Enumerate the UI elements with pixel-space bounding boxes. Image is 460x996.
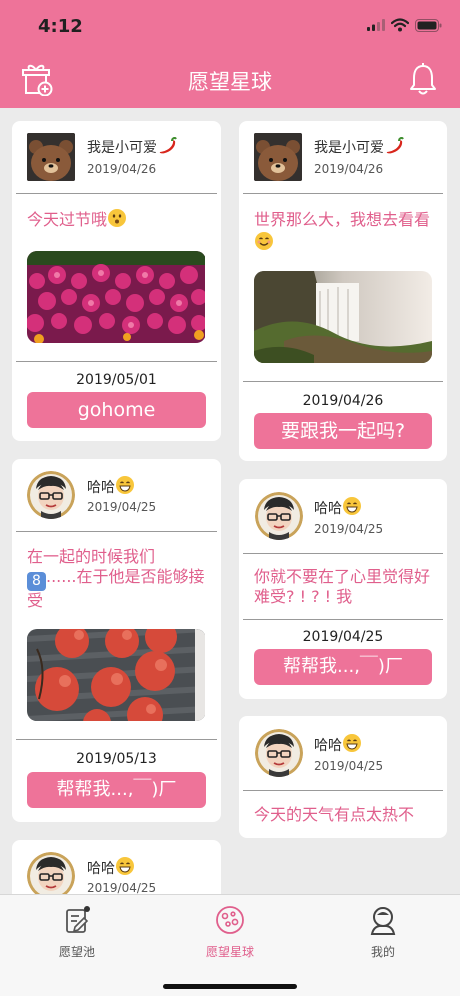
wish-card[interactable]: 哈哈 2019/04/25	[12, 840, 221, 894]
wish-message: 你就不要在了心里觉得好难受? ! ? ! 我	[254, 567, 431, 606]
wish-card[interactable]: 哈哈 2019/04/25 在一起的时候我们 8......在于他是否能够接受	[12, 459, 221, 822]
top-bar: 4:12 愿望星球	[0, 0, 460, 108]
wifi-icon	[391, 18, 409, 32]
tab-label: 我的	[370, 945, 395, 959]
post-date: 2019/04/26	[87, 162, 157, 176]
wish-feed[interactable]: 我是小可爱 2019/04/26 今天过节哦 2019/05/01 gohome…	[0, 108, 460, 894]
chili-pepper-icon	[159, 137, 177, 154]
lychee-photo	[27, 629, 206, 721]
smiling-face-icon	[255, 232, 273, 250]
profile-icon	[370, 907, 396, 935]
wish-button[interactable]: 帮帮我...,￣)厂	[27, 772, 206, 808]
bear-avatar	[254, 133, 302, 181]
username: 我是小可爱	[87, 137, 177, 157]
username: 哈哈	[314, 733, 362, 755]
grinning-face-icon	[116, 857, 134, 875]
user-avatar	[27, 852, 75, 894]
wish-button[interactable]: 帮帮我...,￣)厂	[254, 649, 432, 685]
post-date: 2019/04/25	[314, 759, 384, 773]
waterfall-photo	[254, 271, 432, 363]
wish-button[interactable]: 要跟我一起吗?	[254, 413, 432, 449]
tab-label: 愿望星球	[205, 945, 254, 959]
username: 哈哈	[314, 496, 362, 518]
username: 哈哈	[87, 475, 135, 497]
tab-mine[interactable]: 我的	[333, 905, 433, 960]
home-indicator[interactable]	[163, 984, 297, 989]
wish-message: 世界那么大，我想去看看	[254, 209, 435, 254]
page-title: 愿望星球	[188, 70, 272, 94]
username: 哈哈	[87, 856, 135, 878]
wish-card[interactable]: 哈哈 2019/04/25 今天的天气有点太热不	[239, 716, 447, 838]
user-avatar	[255, 729, 303, 777]
wish-button[interactable]: gohome	[27, 392, 206, 428]
tab-wish-pool[interactable]: 愿望池	[27, 905, 127, 960]
post-date: 2019/04/25	[87, 500, 157, 514]
divider	[243, 790, 443, 791]
divider	[243, 553, 443, 554]
divider	[243, 381, 443, 382]
wish-message: 今天的天气有点太热不	[254, 805, 415, 824]
divider	[243, 193, 443, 194]
grinning-face-icon	[343, 497, 361, 515]
wish-date: 2019/04/25	[302, 629, 384, 645]
wish-card[interactable]: 我是小可爱 2019/04/26 今天过节哦 2019/05/01 gohome	[12, 121, 221, 441]
wish-card[interactable]: 我是小可爱 2019/04/26 世界那么大，我想去看看 2019/04/26 …	[239, 121, 447, 461]
divider	[16, 531, 217, 532]
status-time: 4:12	[38, 16, 83, 37]
tab-label: 愿望池	[58, 945, 95, 959]
divider	[16, 361, 217, 362]
user-avatar	[27, 471, 75, 519]
username: 我是小可爱	[314, 137, 404, 157]
planet-icon	[216, 906, 244, 934]
wish-date: 2019/05/13	[76, 751, 157, 767]
tab-bar: 愿望池 愿望星球 我的	[0, 894, 460, 996]
bear-avatar	[27, 133, 75, 181]
note-icon	[66, 906, 90, 933]
wish-message: 今天过节哦	[27, 208, 209, 230]
wish-message: 在一起的时候我们 8 ......在于他是否能够接受	[27, 547, 205, 610]
wish-date: 2019/04/26	[302, 393, 384, 409]
keycap-8-icon: 8	[27, 572, 46, 591]
battery-icon	[415, 18, 442, 32]
grinning-face-icon	[343, 734, 361, 752]
divider	[243, 619, 443, 620]
wish-card[interactable]: 哈哈 2019/04/25 你就不要在了心里觉得好难受? ! ? ! 我 201…	[239, 479, 447, 699]
status-icons	[367, 18, 442, 32]
post-date: 2019/04/25	[87, 881, 157, 894]
post-date: 2019/04/26	[314, 162, 384, 176]
wish-date: 2019/05/01	[76, 372, 157, 388]
bell-icon[interactable]	[408, 62, 438, 96]
grinning-face-icon	[116, 476, 134, 494]
signal-icon	[367, 19, 385, 31]
hushed-face-icon	[108, 209, 127, 227]
post-date: 2019/04/25	[314, 522, 384, 536]
user-avatar	[255, 492, 303, 540]
divider	[16, 739, 217, 740]
divider	[16, 193, 217, 194]
tab-wish-planet[interactable]: 愿望星球	[180, 905, 280, 960]
chili-pepper-icon	[386, 137, 404, 154]
flowers-photo	[27, 251, 206, 343]
